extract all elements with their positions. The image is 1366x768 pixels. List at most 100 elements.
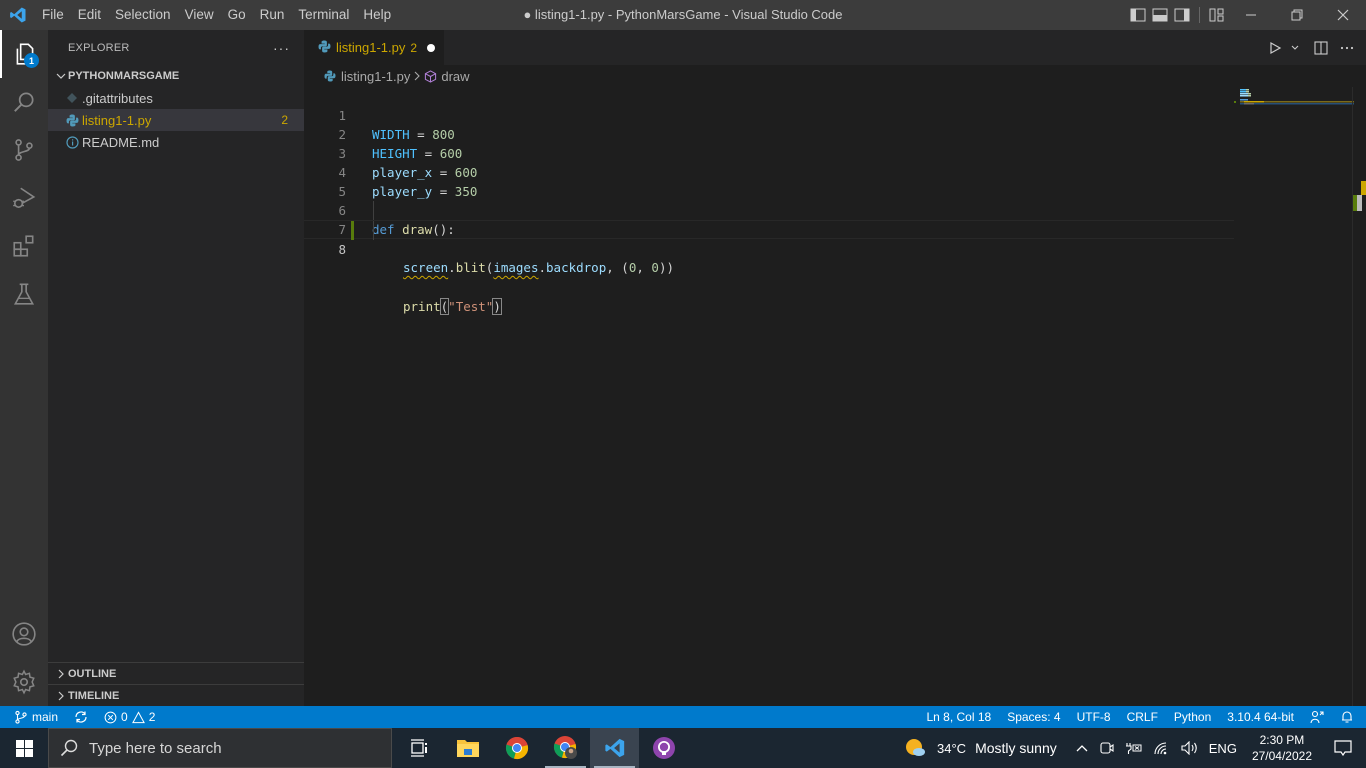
token: backdrop	[546, 260, 607, 275]
camera-icon	[1100, 742, 1114, 754]
close-button[interactable]	[1320, 0, 1366, 30]
cursor-position[interactable]: Ln 8, Col 18	[918, 706, 999, 728]
problems-status[interactable]: 0 2	[96, 706, 163, 728]
activity-extensions[interactable]	[0, 222, 48, 270]
time: 2:30 PM	[1259, 733, 1305, 747]
show-hidden-icons-button[interactable]	[1070, 728, 1094, 768]
minimap[interactable]	[1234, 87, 1354, 706]
method-cube-icon	[424, 69, 437, 83]
token-bracket-match: )	[492, 298, 502, 315]
menu-go[interactable]: Go	[221, 0, 253, 30]
sync-icon	[75, 711, 87, 723]
notifications-center-button[interactable]	[1322, 728, 1366, 768]
warning-icon	[131, 710, 145, 723]
activity-search[interactable]	[0, 78, 48, 126]
menu-file[interactable]: File	[35, 0, 71, 30]
line-number: 8	[338, 242, 346, 257]
branch-status[interactable]: main	[0, 706, 66, 728]
token: .	[538, 260, 547, 275]
toggle-primary-sidebar-icon[interactable]	[1127, 0, 1149, 30]
windows-logo-icon	[15, 739, 33, 757]
chevron-right-icon	[413, 69, 421, 84]
tab-listing1-1[interactable]: listing1-1.py 2	[304, 30, 444, 65]
file-item-gitattributes[interactable]: .gitattributes	[48, 87, 304, 109]
outline-section[interactable]: OUTLINE	[48, 662, 304, 685]
start-button[interactable]	[0, 728, 48, 768]
activity-run-debug[interactable]	[0, 174, 48, 222]
activity-source-control[interactable]	[0, 126, 48, 174]
taskbar-chrome-profile[interactable]	[541, 728, 590, 768]
unsaved-dot-icon[interactable]	[427, 43, 436, 52]
input-language[interactable]: ENG	[1204, 728, 1242, 768]
activity-manage[interactable]	[0, 658, 48, 706]
menu-help[interactable]: Help	[356, 0, 398, 30]
run-python-file-button[interactable]	[1262, 30, 1288, 65]
run-dropdown-chevron-icon[interactable]	[1288, 30, 1302, 65]
menu-selection[interactable]: Selection	[108, 0, 178, 30]
python-interpreter[interactable]: 3.10.4 64-bit	[1219, 706, 1302, 728]
activity-testing[interactable]	[0, 270, 48, 318]
notifications-button[interactable]	[1332, 706, 1366, 728]
activity-accounts[interactable]	[0, 610, 48, 658]
split-editor-button[interactable]	[1308, 30, 1334, 65]
activity-explorer[interactable]: 1	[0, 30, 48, 78]
breadcrumb-symbol[interactable]: draw	[441, 69, 469, 84]
chrome-profile-icon	[553, 736, 577, 759]
menu-run[interactable]: Run	[253, 0, 292, 30]
windows-taskbar: Type here to search 34°C Mostly sunny EN…	[0, 728, 1366, 768]
taskbar-github-desktop[interactable]	[639, 728, 688, 768]
code-line: 4 player_y = 350	[304, 144, 1234, 199]
feedback-button[interactable]	[1302, 706, 1332, 728]
cursor-overview-marker	[1357, 195, 1362, 211]
menu-view[interactable]: View	[178, 0, 221, 30]
language-mode[interactable]: Python	[1166, 706, 1219, 728]
sync-button[interactable]	[66, 706, 96, 728]
indentation[interactable]: Spaces: 4	[999, 706, 1068, 728]
battery-icon[interactable]	[1120, 728, 1148, 768]
more-actions-button[interactable]	[1334, 30, 1360, 65]
menu-terminal[interactable]: Terminal	[291, 0, 356, 30]
vertical-scrollbar[interactable]	[1352, 87, 1366, 706]
minimap-content	[1234, 89, 1354, 105]
error-count: 0	[121, 710, 128, 724]
token: , (	[606, 260, 629, 275]
branch-name: main	[32, 710, 59, 724]
minimize-button[interactable]	[1228, 0, 1274, 30]
volume-icon[interactable]	[1176, 728, 1204, 768]
network-icon[interactable]	[1148, 728, 1176, 768]
file-item-listing1-1[interactable]: listing1-1.py 2	[48, 109, 304, 131]
taskbar-file-explorer[interactable]	[443, 728, 492, 768]
extensions-icon	[13, 235, 34, 257]
chevron-up-icon	[1076, 745, 1088, 752]
explorer-more-actions-button[interactable]: ···	[273, 40, 290, 56]
folder-section-header[interactable]: PYTHONMARSGAME	[48, 65, 304, 87]
title-bar: File Edit Selection View Go Run Terminal…	[0, 0, 1366, 30]
menu-edit[interactable]: Edit	[71, 0, 108, 30]
taskbar-chrome[interactable]	[492, 728, 541, 768]
meet-now-icon[interactable]	[1094, 728, 1120, 768]
file-item-readme[interactable]: README.md	[48, 131, 304, 153]
code-editor[interactable]: 1 WIDTH = 800 2 HEIGHT = 600 3 player_x …	[304, 87, 1234, 315]
menu-bar: File Edit Selection View Go Run Terminal…	[35, 0, 398, 30]
breadcrumb-file[interactable]: listing1-1.py	[341, 69, 410, 84]
toggle-panel-icon[interactable]	[1149, 0, 1171, 30]
weather-widget[interactable]: 34°C Mostly sunny	[900, 728, 1062, 768]
clock[interactable]: 2:30 PM 27/04/2022	[1242, 732, 1322, 764]
end-of-line[interactable]: CRLF	[1119, 706, 1166, 728]
indent-guide	[373, 221, 374, 240]
added-line-gutter-marker	[351, 221, 354, 240]
taskbar-vscode[interactable]	[590, 728, 639, 768]
task-view-button[interactable]	[394, 728, 443, 768]
warning-overview-marker	[1361, 181, 1366, 195]
folder-icon	[456, 740, 479, 757]
restore-button[interactable]	[1274, 0, 1320, 30]
encoding[interactable]: UTF-8	[1069, 706, 1119, 728]
wifi-icon	[1154, 742, 1167, 755]
customize-layout-icon[interactable]	[1206, 0, 1228, 30]
timeline-section[interactable]: TIMELINE	[48, 684, 304, 707]
weather-sunny-cloud-icon	[906, 739, 926, 756]
toggle-secondary-sidebar-icon[interactable]	[1171, 0, 1193, 30]
taskbar-search-box[interactable]: Type here to search	[48, 728, 392, 768]
tab-label: listing1-1.py	[336, 40, 406, 55]
weather-temp: 34°C	[937, 740, 967, 756]
